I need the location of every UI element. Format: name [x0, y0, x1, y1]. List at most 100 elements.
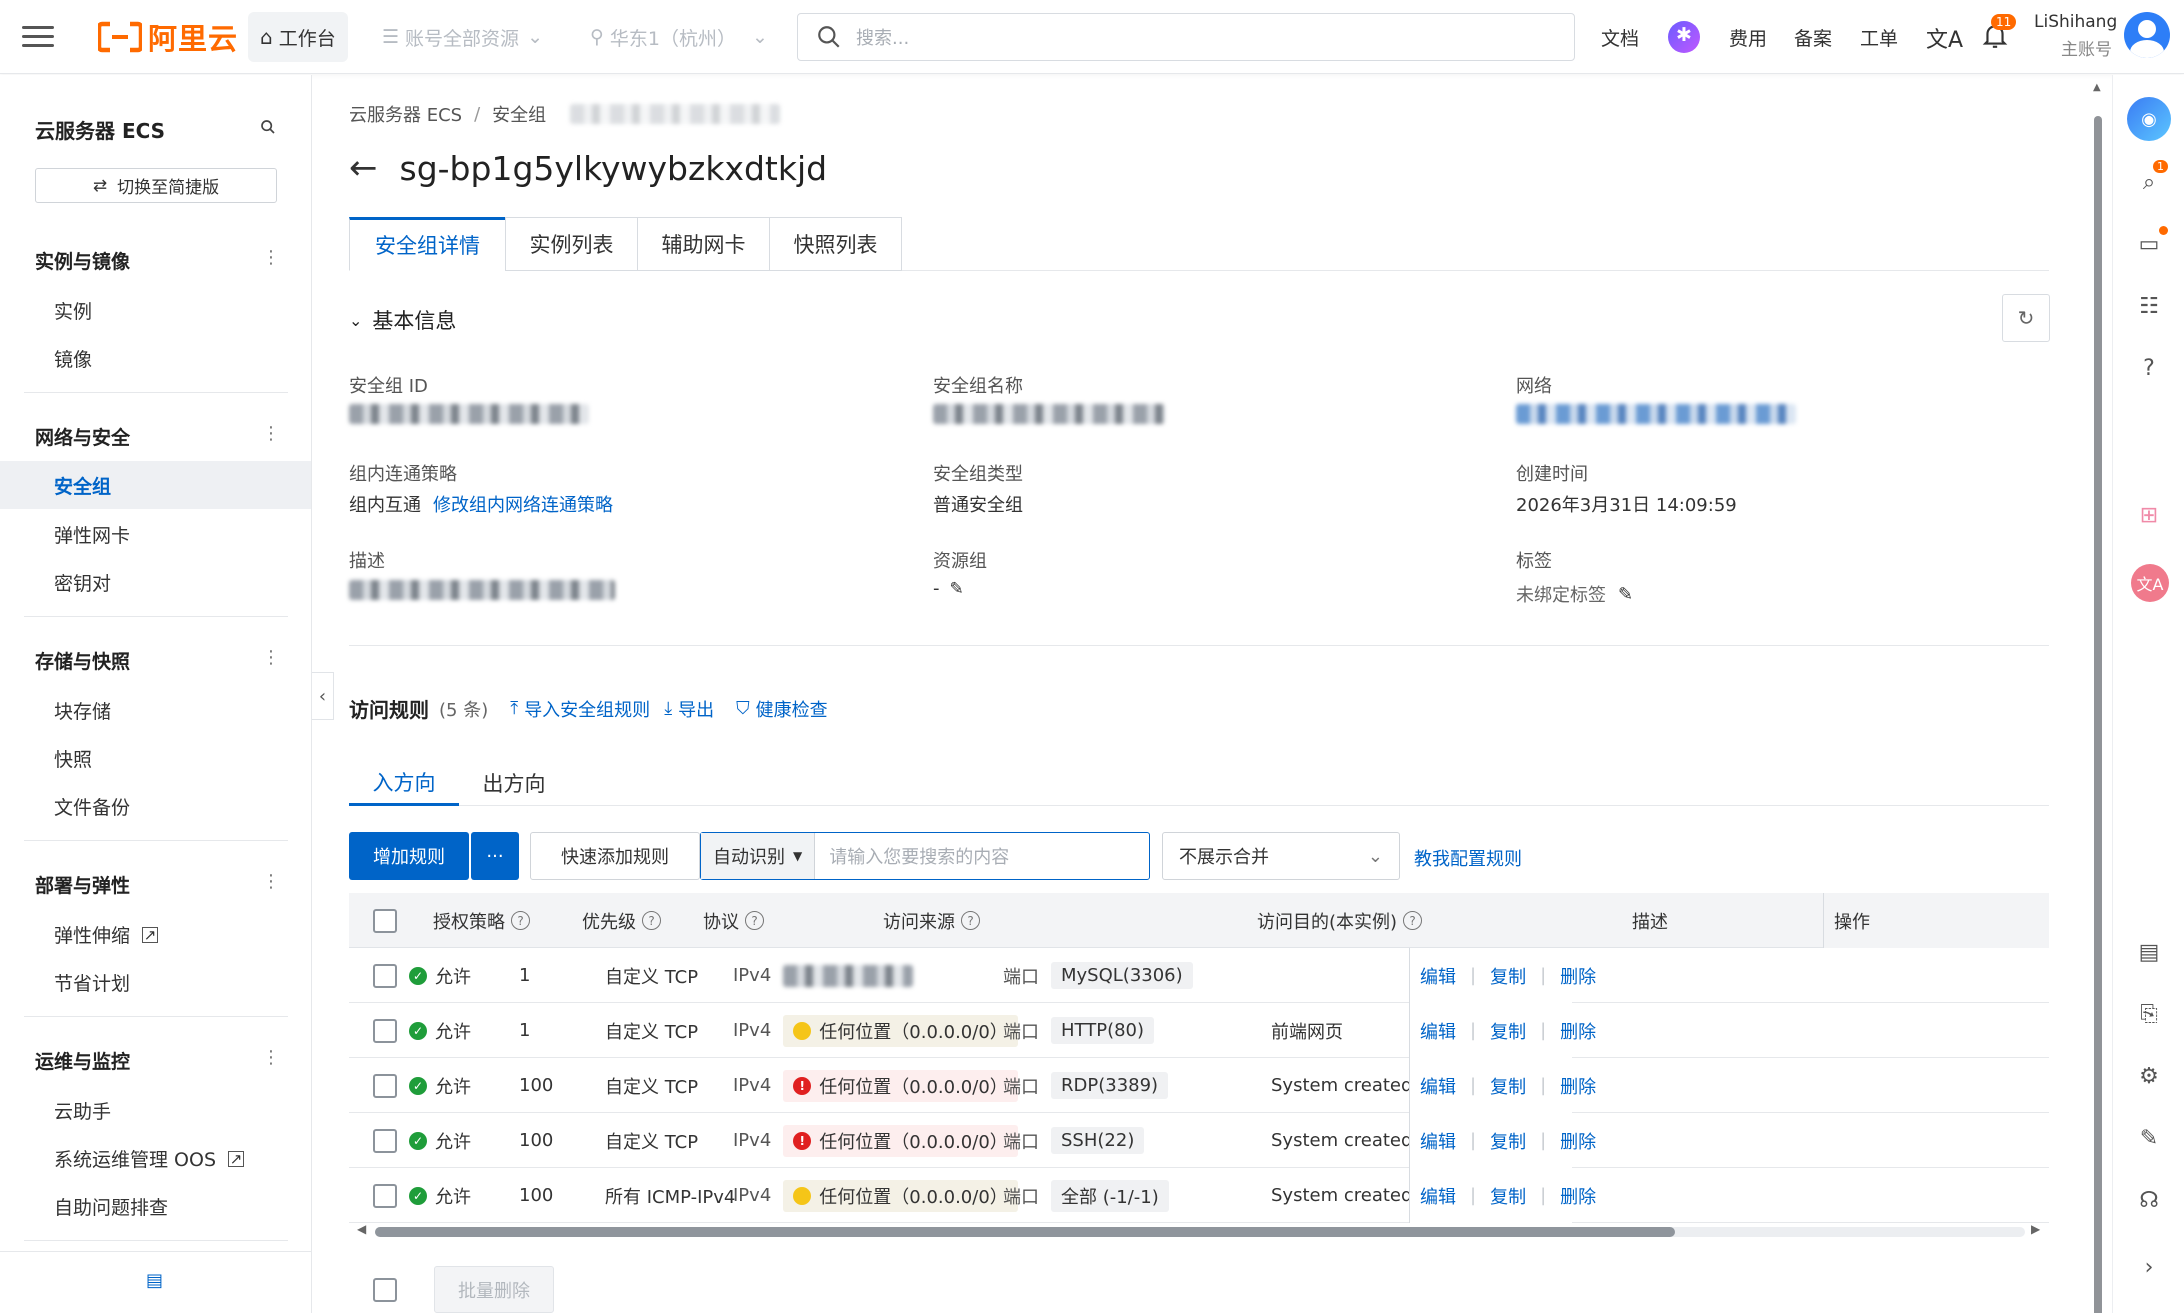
docs-link[interactable]: 文档 [1601, 24, 1639, 51]
sidebar-item-security-groups[interactable]: 安全组 [0, 461, 311, 509]
copy-rule-link[interactable]: 复制 [1490, 963, 1526, 989]
sidebar-item-eni[interactable]: 弹性网卡 [54, 521, 130, 548]
delete-rule-link[interactable]: 删除 [1560, 963, 1596, 989]
teach-config-link[interactable]: 教我配置规则 [1414, 845, 1522, 871]
scroll-thumb[interactable] [375, 1227, 1675, 1237]
sidebar-item-oos[interactable]: 系统运维管理 OOS ↗ [54, 1145, 245, 1172]
more-icon[interactable]: ⋮ [262, 423, 280, 444]
delete-rule-link[interactable]: 删除 [1560, 1183, 1596, 1209]
headset-icon[interactable]: ☊ [2135, 1186, 2163, 1214]
delete-rule-link[interactable]: 删除 [1560, 1128, 1596, 1154]
ai-bot-icon[interactable]: ◉ [2127, 97, 2171, 141]
code-file-icon[interactable]: ⎘ [2135, 1000, 2163, 1028]
tab-outbound[interactable]: 出方向 [459, 760, 569, 806]
refresh-button[interactable]: ↻ [2002, 294, 2050, 342]
auto-detect-select[interactable]: 自动识别 ▼ [701, 833, 816, 879]
feedback-icon[interactable]: ▤ [146, 1270, 163, 1291]
row-checkbox[interactable] [373, 1128, 397, 1153]
search-icon[interactable] [260, 119, 276, 135]
export-link[interactable]: ⤓ 导出 [664, 696, 714, 722]
more-icon[interactable]: ⋮ [262, 871, 280, 892]
avatar[interactable] [2124, 12, 2170, 58]
ai-assistant-icon[interactable]: ✱ [1668, 21, 1700, 53]
copy-rule-link[interactable]: 复制 [1490, 1073, 1526, 1099]
group-network-security[interactable]: 网络与安全 [35, 423, 130, 450]
scroll-thumb[interactable] [2094, 116, 2102, 1313]
edit-icon[interactable]: ✎ [950, 579, 964, 599]
settings-icon[interactable]: ⚙ [2135, 1062, 2163, 1090]
import-rules-link[interactable]: ⤒ 导入安全组规则 [510, 696, 650, 722]
tab-snapshots[interactable]: 快照列表 [769, 217, 902, 271]
tab-inbound[interactable]: 入方向 [349, 760, 459, 806]
row-checkbox[interactable] [373, 1018, 397, 1043]
footer-select-all-checkbox[interactable] [373, 1278, 397, 1302]
select-all-checkbox[interactable] [373, 908, 397, 933]
more-icon[interactable]: ⋮ [262, 647, 280, 668]
help-icon[interactable]: ? [745, 911, 764, 930]
delete-rule-link[interactable]: 删除 [1560, 1073, 1596, 1099]
delete-rule-link[interactable]: 删除 [1560, 1018, 1596, 1044]
chevron-right-icon[interactable]: › [2135, 1253, 2163, 1281]
global-search[interactable]: 搜索... [797, 13, 1575, 61]
add-rule-button[interactable]: 增加规则 [349, 832, 469, 880]
sidebar-item-file-backup[interactable]: 文件备份 [54, 793, 130, 820]
user-info[interactable]: LiShihang 主账号 [2034, 12, 2117, 60]
account-scope-dropdown[interactable]: ☰ 账号全部资源 ⌄ [370, 12, 555, 62]
edit-icon[interactable]: ✎ [1618, 584, 1633, 605]
checklist-icon[interactable]: ☷ [2135, 292, 2163, 320]
tab-sg-details[interactable]: 安全组详情 [349, 217, 506, 271]
sidebar-item-block-storage[interactable]: 块存储 [54, 697, 111, 724]
rule-search-input[interactable]: 请输入您要搜索的内容 [829, 843, 1009, 869]
billing-link[interactable]: 费用 [1729, 24, 1767, 51]
icp-filing-link[interactable]: 备案 [1794, 24, 1832, 51]
edit-rule-link[interactable]: 编辑 [1420, 963, 1456, 989]
region-dropdown[interactable]: ⚲ 华东1（杭州） ⌄ [578, 12, 780, 62]
edit-rule-link[interactable]: 编辑 [1420, 1183, 1456, 1209]
aliyun-logo[interactable]: 阿里云 [98, 16, 238, 58]
merge-select[interactable]: 不展示合并 ⌄ [1162, 832, 1400, 880]
more-actions-button[interactable]: ··· [471, 832, 519, 880]
sidebar-item-savings-plan[interactable]: 节省计划 [54, 969, 130, 996]
modify-policy-link[interactable]: 修改组内网络连通策略 [433, 491, 613, 517]
sidebar-item-images[interactable]: 镜像 [54, 345, 92, 372]
language-icon[interactable]: 文A [1926, 22, 1963, 54]
sidebar-item-instances[interactable]: 实例 [54, 297, 92, 324]
sidebar-item-keypairs[interactable]: 密钥对 [54, 569, 111, 596]
page-vertical-scrollbar[interactable]: ▲ [2091, 82, 2105, 1313]
translate-icon[interactable]: 文A [2131, 564, 2169, 602]
ticket-link[interactable]: 工单 [1860, 24, 1898, 51]
sidebar-collapse-button[interactable]: ‹ [312, 672, 334, 720]
help-icon[interactable]: ? [642, 911, 661, 930]
tab-instances[interactable]: 实例列表 [505, 217, 638, 271]
quick-add-rule-button[interactable]: 快速添加规则 [530, 832, 700, 880]
scroll-left-icon[interactable]: ◀ [357, 1222, 366, 1236]
table-horizontal-scrollbar[interactable]: ◀ ▶ [349, 1222, 2049, 1242]
row-checkbox[interactable] [373, 1183, 397, 1208]
notification-bell[interactable]: 11 [1982, 14, 2017, 55]
sidebar-item-snapshots[interactable]: 快照 [54, 745, 92, 772]
breadcrumb-current[interactable]: 安全组 [492, 101, 546, 127]
book-icon[interactable]: ▭ [2135, 226, 2168, 258]
document-icon[interactable]: ▤ [2135, 938, 2163, 966]
tab-secondary-eni[interactable]: 辅助网卡 [637, 217, 770, 271]
more-icon[interactable]: ⋮ [262, 1047, 280, 1068]
edit-rule-link[interactable]: 编辑 [1420, 1128, 1456, 1154]
row-checkbox[interactable] [373, 1073, 397, 1098]
help-icon[interactable]: ? [511, 911, 530, 930]
sidebar-item-cloud-assistant[interactable]: 云助手 [54, 1097, 111, 1124]
help-icon[interactable]: ? [1403, 911, 1423, 930]
sidebar-item-self-diagnosis[interactable]: 自助问题排查 [54, 1193, 168, 1220]
group-deployment-elasticity[interactable]: 部署与弹性 [35, 871, 130, 898]
help-icon[interactable]: ? [2135, 354, 2163, 382]
copy-rule-link[interactable]: 复制 [1490, 1183, 1526, 1209]
back-arrow-icon[interactable]: ← [349, 148, 378, 188]
group-storage-snapshots[interactable]: 存储与快照 [35, 647, 130, 674]
edit-rule-link[interactable]: 编辑 [1420, 1073, 1456, 1099]
breadcrumb-root[interactable]: 云服务器 ECS [349, 101, 462, 127]
edit-rule-link[interactable]: 编辑 [1420, 1018, 1456, 1044]
network-value-redacted[interactable] [1516, 404, 1796, 424]
batch-delete-button[interactable]: 批量删除 [434, 1266, 554, 1313]
apps-add-icon[interactable]: ⊞ [2135, 501, 2163, 529]
help-icon[interactable]: ? [961, 911, 980, 930]
copy-rule-link[interactable]: 复制 [1490, 1018, 1526, 1044]
